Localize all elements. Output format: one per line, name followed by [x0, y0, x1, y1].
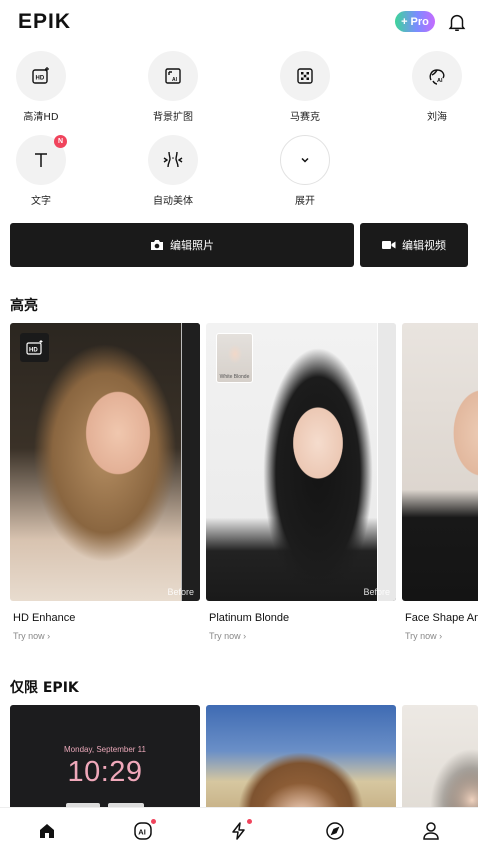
card-hd-enhance[interactable]: HD Before HD Enhance Try now ›: [10, 323, 200, 641]
notification-dot: [151, 819, 156, 824]
header: EPIK + Pro: [0, 0, 478, 44]
card-title: HD Enhance: [13, 612, 76, 624]
try-now-link[interactable]: Try now ›: [13, 631, 200, 641]
try-now-link[interactable]: Try now ›: [209, 631, 396, 641]
lockscreen-date: Monday, September 11: [64, 745, 146, 754]
thumbnail-label: White Blonde: [219, 374, 250, 380]
card-portrait[interactable]: [402, 705, 478, 807]
card-image: HD Before: [10, 323, 200, 601]
tool-label: 马赛克: [290, 112, 320, 123]
tab-home[interactable]: [34, 818, 60, 844]
svg-text:AI: AI: [138, 828, 146, 837]
card-platinum-blonde[interactable]: White Blonde Before Platinum Blonde Try …: [206, 323, 396, 641]
home-icon: [40, 824, 54, 838]
compass-icon: [326, 822, 344, 840]
before-split: [181, 323, 200, 601]
tool-ai-expand[interactable]: AI 背景扩图: [143, 51, 203, 123]
tool-label: 刘海: [427, 112, 447, 123]
svg-text:AI: AI: [172, 77, 178, 83]
notification-dot: [247, 819, 252, 824]
card-lockscreen[interactable]: Monday, September 11 10:29: [10, 705, 200, 807]
card-title: Platinum Blonde: [209, 612, 290, 624]
lockscreen-time: 10:29: [67, 756, 143, 788]
tool-expand[interactable]: 展开: [275, 135, 335, 207]
new-badge: N: [54, 135, 67, 148]
section-title-highlights: 高亮: [10, 298, 38, 314]
card-image: White Blonde Before: [206, 323, 396, 601]
card-title: Face Shape An: [405, 612, 478, 624]
card-image: [402, 323, 478, 601]
tool-hd[interactable]: HD 高清HD: [11, 51, 71, 123]
bell-icon[interactable]: [446, 10, 468, 34]
tool-label: 展开: [295, 196, 315, 207]
tab-explore[interactable]: [322, 818, 348, 844]
tool-label: 自动美体: [153, 196, 193, 207]
tool-bangs[interactable]: AI 刘海: [407, 51, 467, 123]
ai-bangs-icon: AI: [429, 69, 445, 85]
video-icon: [382, 241, 396, 249]
tab-ai[interactable]: AI: [130, 818, 156, 844]
ai-expand-icon: AI: [165, 68, 181, 84]
hd-enhance-icon: HD: [32, 67, 49, 84]
tool-text[interactable]: N 文字: [11, 135, 71, 207]
style-thumbnail: White Blonde: [216, 333, 253, 383]
svg-text:AI: AI: [437, 78, 443, 84]
svg-text:HD: HD: [36, 76, 45, 82]
tab-quick[interactable]: [226, 818, 252, 844]
app-logo: EPIK: [18, 10, 72, 33]
edit-video-button[interactable]: 编辑视频: [360, 223, 468, 267]
profile-icon: [423, 822, 439, 840]
tool-label: 文字: [31, 196, 51, 207]
section-title-epik-only: 仅限 EPIK: [10, 680, 79, 696]
before-label: Before: [363, 587, 390, 597]
tool-mosaic[interactable]: 马赛克: [275, 51, 335, 123]
card-face-shape[interactable]: Face Shape An Try now ›: [402, 323, 478, 641]
tab-profile[interactable]: [418, 818, 444, 844]
svg-text:HD: HD: [29, 347, 38, 353]
edit-photo-button[interactable]: 编辑照片: [10, 223, 354, 267]
card-hairstyle[interactable]: [206, 705, 396, 807]
edit-video-label: 编辑视频: [402, 239, 446, 252]
tool-label: 背景扩图: [153, 112, 193, 123]
tool-label: 高清HD: [23, 112, 59, 123]
text-icon: [35, 153, 47, 167]
before-label: Before: [167, 587, 194, 597]
ai-icon: AI: [134, 822, 152, 840]
mosaic-icon: [297, 68, 313, 84]
chevron-down-icon: [301, 157, 309, 163]
lightning-icon: [232, 822, 245, 840]
try-now-link[interactable]: Try now ›: [405, 631, 478, 641]
pro-button[interactable]: + Pro: [395, 11, 435, 32]
camera-icon: [151, 240, 163, 250]
bottom-tab-bar: AI: [0, 807, 478, 850]
tool-body-reshape[interactable]: 自动美体: [143, 135, 203, 207]
hd-badge: HD: [20, 333, 49, 362]
before-split: [377, 323, 396, 601]
edit-photo-label: 编辑照片: [170, 239, 214, 252]
body-reshape-icon: [163, 151, 183, 168]
hd-badge-icon: HD: [25, 339, 42, 355]
